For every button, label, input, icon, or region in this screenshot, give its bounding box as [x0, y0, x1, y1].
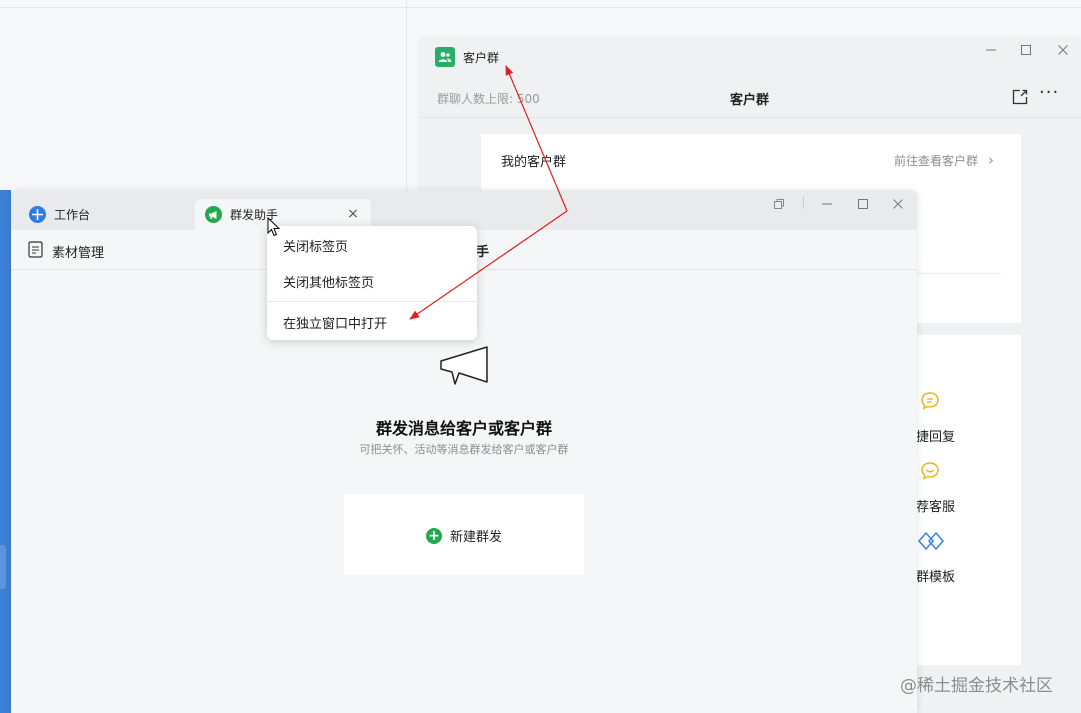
background-vertical-divider — [406, 0, 407, 190]
minimize-button[interactable] — [816, 193, 838, 215]
close-window-button[interactable] — [1052, 40, 1074, 60]
new-mass-send-button[interactable]: + 新建群发 — [426, 526, 502, 545]
workbench-icon — [29, 206, 46, 223]
customer-group-header: 群聊人数上限: 500 客户群 ··· — [420, 80, 1081, 118]
menu-item-open-in-window[interactable]: 在独立窗口中打开 — [267, 306, 477, 338]
diamond-links-icon — [918, 531, 944, 551]
view-groups-link[interactable]: 前往查看客户群 › — [894, 151, 994, 169]
menu-divider — [267, 301, 477, 302]
my-groups-label: 我的客户群 — [501, 155, 567, 170]
page-title: 手 — [476, 245, 490, 260]
maximize-icon — [1021, 45, 1031, 55]
close-icon — [1058, 45, 1068, 55]
group-template-label[interactable]: 群模板 — [916, 566, 955, 585]
menu-item-close-tab[interactable]: 关闭标签页 — [267, 229, 477, 261]
customer-group-title: 客户群 — [730, 93, 770, 108]
background-sidebar-notch — [0, 545, 6, 589]
customer-group-app-icon — [435, 47, 455, 67]
empty-state-title: 群发消息给客户或客户群 — [375, 419, 552, 438]
plus-icon: + — [426, 527, 442, 544]
minimize-icon — [986, 49, 996, 51]
tab-workbench-label: 工作台 — [54, 208, 91, 222]
member-limit-text: 群聊人数上限: 500 — [437, 92, 540, 106]
chat-bubble-icon — [921, 392, 939, 410]
new-mass-send-card: + 新建群发 — [344, 494, 584, 575]
window-controls-divider — [803, 196, 804, 209]
tab-bar: 工作台 群发助手 × — [11, 190, 917, 230]
tab-context-menu: 关闭标签页 关闭其他标签页 在独立窗口中打开 — [267, 226, 477, 340]
document-icon — [28, 241, 43, 258]
recommend-service-label[interactable]: 荐客服 — [916, 496, 955, 515]
megaphone-outline-icon — [440, 346, 488, 385]
menu-item-close-other-tabs[interactable]: 关闭其他标签页 — [267, 265, 477, 297]
people-icon — [438, 52, 452, 62]
megaphone-icon — [205, 206, 222, 223]
open-external-icon[interactable] — [1011, 88, 1029, 106]
minimize-icon — [822, 203, 832, 205]
empty-state-subtitle: 可把关怀、活动等消息群发给客户或客户群 — [359, 443, 569, 456]
customer-group-app-title: 客户群 — [463, 51, 500, 65]
material-management-button[interactable]: 素材管理 — [52, 242, 104, 261]
more-options-icon[interactable]: ··· — [1039, 82, 1059, 103]
chevron-right-icon: › — [987, 151, 994, 169]
maximize-icon — [858, 199, 868, 209]
watermark: @稀土掘金技术社区 — [900, 676, 1053, 696]
restore-window-button[interactable] — [768, 193, 790, 215]
restore-icon — [774, 199, 784, 209]
new-mass-send-label: 新建群发 — [450, 530, 503, 545]
minimize-button[interactable] — [980, 40, 1002, 60]
quick-reply-label[interactable]: 捷回复 — [916, 426, 955, 445]
tab-workbench[interactable]: 工作台 — [19, 199, 194, 230]
tab-close-icon[interactable]: × — [345, 206, 361, 222]
background-sidebar-edge — [0, 190, 11, 713]
maximize-button[interactable] — [852, 193, 874, 215]
close-window-button[interactable] — [887, 193, 909, 215]
mouse-cursor-icon — [267, 217, 281, 237]
background-divider — [0, 7, 1081, 8]
close-icon — [893, 199, 903, 209]
smile-bubble-icon — [921, 462, 939, 480]
maximize-button[interactable] — [1015, 40, 1037, 60]
